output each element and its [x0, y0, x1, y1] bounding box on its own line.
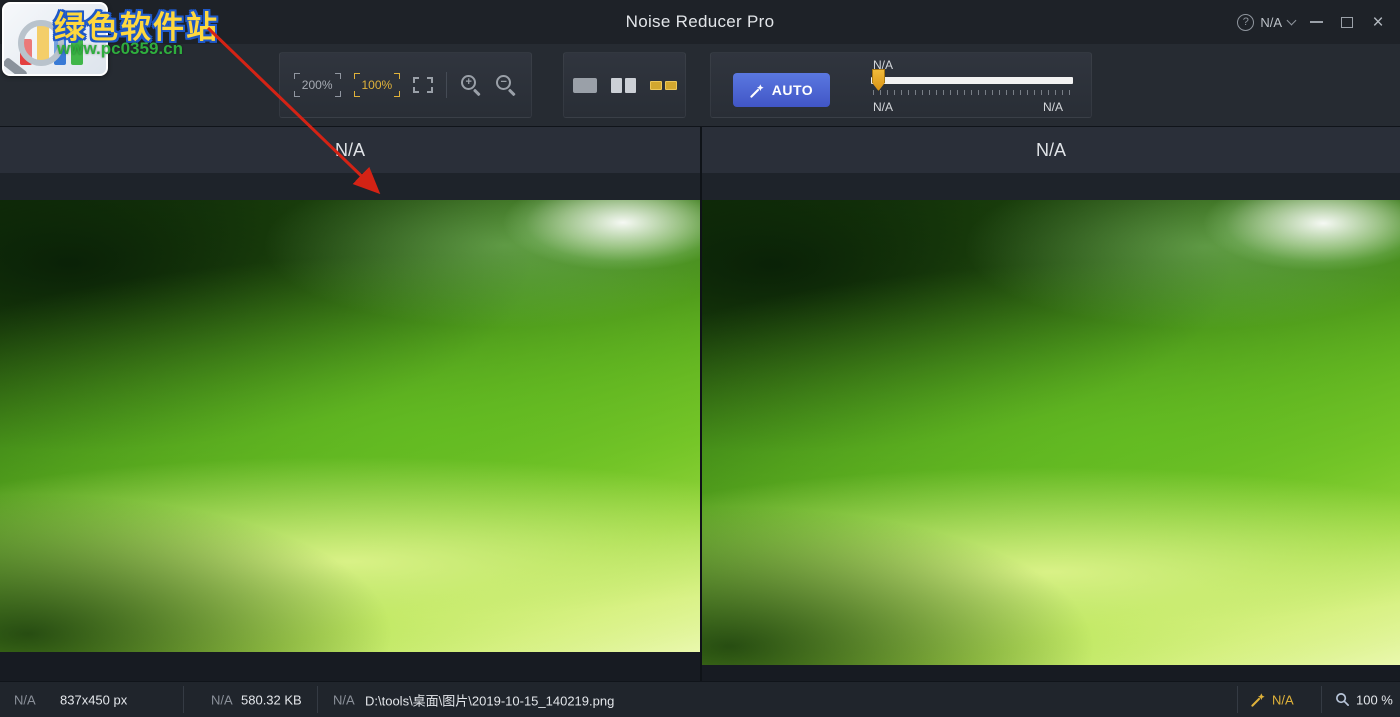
minimize-icon	[1310, 21, 1323, 23]
slider-min-label: N/A	[873, 100, 893, 114]
strength-slider-track[interactable]	[871, 77, 1073, 84]
compare-area: N/A N/A	[0, 126, 1400, 681]
zoom-level-icon	[1335, 692, 1350, 707]
auto-adjust-group: AUTO N/A N/A N/A	[710, 52, 1092, 118]
toolbar-separator	[446, 72, 447, 98]
help-glyph: ?	[1243, 16, 1249, 28]
split-left-pane-icon	[611, 78, 622, 93]
panel-divider	[700, 127, 702, 682]
auto-status-value: N/A	[1272, 692, 1294, 707]
dimensions-label: N/A	[14, 692, 36, 707]
split-view-button[interactable]	[611, 78, 636, 93]
close-icon: ×	[1372, 13, 1383, 32]
maximize-button[interactable]	[1337, 8, 1357, 36]
filepath-label: N/A	[333, 692, 355, 707]
zoom-level-value: 100 %	[1356, 692, 1393, 707]
right-panel-subbar	[702, 173, 1400, 200]
titlebar-controls: ? N/A ×	[1237, 0, 1388, 44]
left-panel-header: N/A	[0, 127, 700, 173]
statusbar: N/A 837x450 px N/A 580.32 KB N/A D:\tool…	[0, 681, 1400, 717]
maximize-icon	[1341, 17, 1353, 28]
split-right-pane-icon	[625, 78, 636, 93]
zoom-toolbar-group: 200% 100% + −	[279, 52, 532, 118]
zoom-out-icon[interactable]: −	[495, 74, 517, 96]
toolbar: 200% 100% + − AUTO	[0, 44, 1400, 126]
minus-glyph: −	[500, 77, 506, 88]
strength-slider-handle[interactable]	[872, 69, 885, 91]
zoom-in-handle	[473, 89, 480, 96]
chevron-down-icon[interactable]	[1287, 15, 1297, 25]
close-button[interactable]: ×	[1368, 8, 1388, 36]
left-panel-subbar	[0, 173, 700, 200]
statusbar-divider	[1321, 686, 1322, 713]
zoom-200-button[interactable]: 200%	[294, 73, 341, 97]
slider-tick-marks	[873, 90, 1073, 95]
statusbar-divider	[183, 686, 184, 713]
help-icon[interactable]: ?	[1237, 14, 1254, 31]
auto-status-wand-icon	[1251, 692, 1266, 707]
filepath-value: D:\tools\桌面\图片\2019-10-15_140219.png	[365, 690, 614, 709]
zoom-100-button[interactable]: 100%	[354, 73, 401, 97]
compare-left-pane-icon	[650, 81, 662, 90]
filesize-label: N/A	[211, 692, 233, 707]
zoom-out-handle	[508, 89, 515, 96]
statusbar-divider	[1237, 686, 1238, 713]
slider-max-label: N/A	[1043, 100, 1063, 114]
right-panel-header: N/A	[702, 127, 1400, 173]
help-value[interactable]: N/A	[1260, 15, 1282, 30]
single-view-button[interactable]	[573, 78, 597, 93]
compare-view-button[interactable]	[650, 81, 677, 90]
plus-glyph: +	[465, 77, 471, 88]
processed-image[interactable]	[702, 200, 1400, 665]
minimize-button[interactable]	[1306, 8, 1326, 36]
titlebar: Noise Reducer Pro ? N/A ×	[0, 0, 1400, 44]
statusbar-divider	[317, 686, 318, 713]
zoom-in-icon[interactable]: +	[460, 74, 482, 96]
compare-right-pane-icon	[665, 81, 677, 90]
magic-wand-icon	[750, 83, 765, 98]
auto-button[interactable]: AUTO	[733, 73, 830, 107]
app-window: Noise Reducer Pro ? N/A × 200% 100% + −	[0, 0, 1400, 717]
fit-to-screen-icon[interactable]	[413, 77, 433, 93]
original-image[interactable]	[0, 200, 700, 652]
filesize-value: 580.32 KB	[241, 692, 302, 707]
help-menu[interactable]: ? N/A	[1237, 14, 1295, 31]
view-mode-group	[563, 52, 686, 118]
window-title: Noise Reducer Pro	[0, 0, 1400, 44]
dimensions-value: 837x450 px	[60, 692, 127, 707]
auto-button-label: AUTO	[772, 82, 813, 98]
